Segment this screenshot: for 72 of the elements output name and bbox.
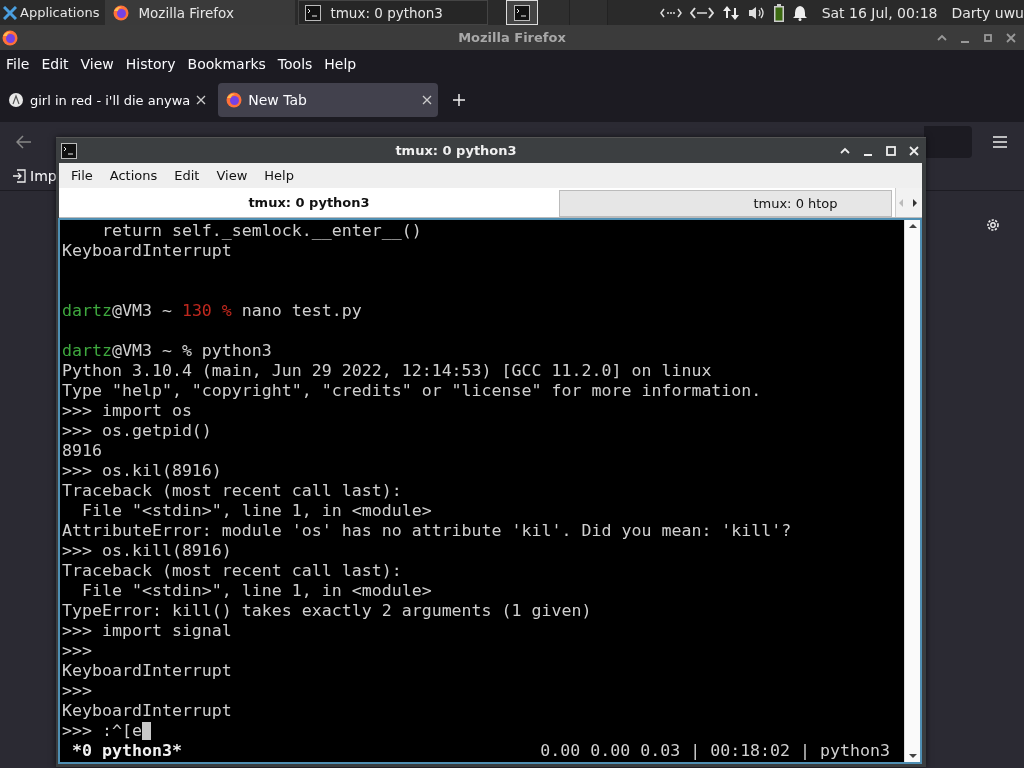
menu-item[interactable]: Bookmarks [187, 56, 272, 72]
terminal-line: KeyboardInterrupt [62, 661, 233, 681]
terminal-line: >>> os.getpid() [62, 421, 213, 441]
terminal-line: Type "help", "copyright", "credits" or "license" for more information. [62, 381, 763, 401]
close-icon[interactable] [422, 95, 433, 105]
terminal-line: >>> [62, 641, 93, 661]
menu-item[interactable]: Help [256, 168, 303, 183]
workspace-cell[interactable] [538, 0, 571, 25]
terminal-tab[interactable]: tmux: 0 htop [559, 190, 892, 217]
menu-item[interactable]: Edit [166, 168, 209, 183]
terminal-line: File "<stdin>", line 1, in <module> [80, 501, 433, 521]
speaker-icon[interactable] [747, 4, 766, 21]
terminal-line: >>> :^[e [62, 721, 142, 741]
terminal-line: >>> import os [62, 401, 193, 421]
terminal-line: 8916 [62, 441, 103, 461]
applications-menu[interactable]: Applications [0, 0, 106, 25]
terminal-line: KeyboardInterrupt [62, 241, 233, 261]
terminal-line: >>> os.kil(8916) [62, 461, 223, 481]
maximize-icon[interactable] [885, 144, 897, 157]
close-icon[interactable] [196, 95, 207, 105]
terminal-line: >>> import signal [62, 621, 233, 641]
menu-item[interactable]: View [208, 168, 257, 183]
window-title: Mozilla Firefox [457, 30, 567, 45]
battery-icon[interactable] [773, 3, 784, 22]
terminal-line: File "<stdin>", line 1, in <module> [80, 581, 433, 601]
browser-logo-icon [226, 92, 243, 108]
taskbar-button[interactable]: Mozilla Firefox [105, 0, 296, 25]
taskbar-button[interactable]: tmux: 0 python3 [298, 0, 489, 25]
menu-item[interactable]: Edit [41, 56, 75, 72]
terminal-line: >>> os.kill(8916) [62, 541, 233, 561]
plus-icon[interactable] [452, 93, 467, 107]
settings-icon[interactable] [985, 217, 1001, 233]
menu-item[interactable]: File [6, 56, 36, 72]
menu-item[interactable]: File [63, 168, 102, 183]
browser-logo-icon [113, 4, 130, 21]
x-logo-icon [3, 5, 17, 20]
browser-tab[interactable]: girl in red - i'll die anywa [6, 83, 213, 117]
bell-icon[interactable] [791, 4, 808, 21]
window-title: tmux: 0 python3 [394, 143, 518, 158]
terminal-line: Traceback (most recent call last): [62, 561, 403, 581]
clock-text[interactable]: Sat 16 Jul, 00:18 [821, 4, 938, 21]
terminal-line: Traceback (most recent call last): [62, 481, 403, 501]
terminal-line: return self._semlock.__enter__() [100, 221, 423, 241]
menu-item[interactable]: View [80, 56, 120, 72]
workspace-cell[interactable] [570, 0, 609, 25]
site-icon [8, 92, 24, 108]
terminal-icon [305, 4, 322, 21]
menu-icon[interactable] [992, 135, 1008, 149]
user-name[interactable]: Darty uwu [951, 4, 1024, 21]
scrollbar[interactable] [904, 220, 920, 762]
terminal-line: Python 3.10.4 (main, Jun 29 2022, 12:14:53) [GCC 11.2.0] on linux [62, 361, 713, 381]
browser-logo-icon [2, 29, 18, 46]
terminal-icon [61, 142, 77, 159]
terminal-line: dartz@VM3 ~ 130 % nano test.py [62, 301, 363, 321]
terminal-icon [514, 4, 531, 21]
terminal-line: dartz@VM3 ~ % python3 [62, 341, 273, 361]
menu-item[interactable]: Help [324, 56, 363, 72]
menu-item[interactable]: Actions [101, 168, 167, 183]
browser-tab[interactable]: New Tab [218, 83, 439, 117]
terminal-line: >>> [62, 681, 93, 701]
terminal-line: AttributeError: module 'os' has no attribute 'kil'. Did you mean: 'kill'? [62, 521, 793, 541]
bookmark-item[interactable]: Imp [12, 168, 57, 184]
tmux-status-info: 0.00 0.00 0.03 | 00:18:02 | python3 [540, 741, 890, 761]
connection-icon[interactable] [689, 5, 714, 20]
menu-item[interactable]: Tools [277, 56, 319, 72]
tmux-window-list: *0 python3* [62, 741, 182, 761]
maximize-icon[interactable] [982, 31, 994, 44]
menu-item[interactable]: History [125, 56, 182, 72]
terminal-line: TypeError: kill() takes exactly 2 arguments (1 given) [62, 601, 593, 621]
terminal-line: KeyboardInterrupt [62, 701, 233, 721]
import-icon [12, 169, 26, 183]
back-arrow-icon[interactable] [16, 135, 32, 149]
